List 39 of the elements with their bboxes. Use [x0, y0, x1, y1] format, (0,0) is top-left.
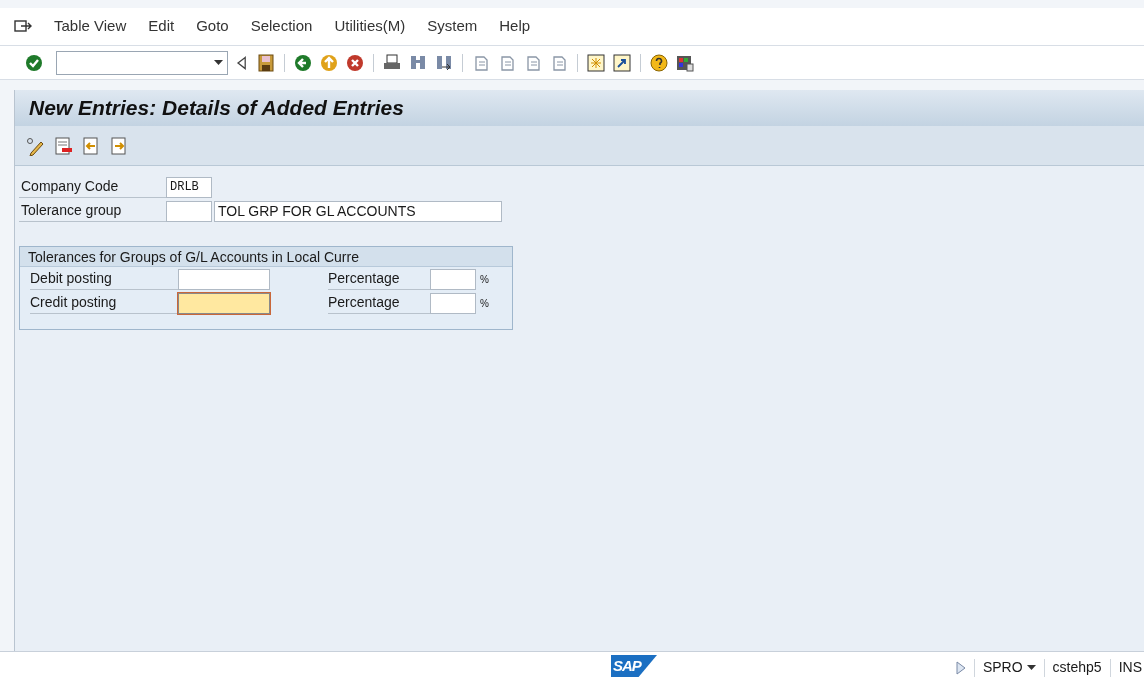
cancel-icon[interactable]	[345, 52, 365, 73]
delete-icon[interactable]	[53, 135, 73, 156]
dropdown-icon[interactable]	[1026, 665, 1036, 670]
save-icon[interactable]	[256, 52, 276, 73]
insert-mode: INS	[1118, 658, 1142, 677]
unit-label: %	[480, 296, 489, 311]
server-name: cstehp5	[1052, 658, 1102, 677]
exit-icon[interactable]	[319, 52, 339, 73]
input-field[interactable]	[430, 292, 476, 314]
enter-icon[interactable]	[24, 52, 44, 73]
input-field[interactable]	[430, 268, 476, 290]
menu-item[interactable]: Utilities(M)	[334, 15, 406, 38]
dropdown-icon[interactable]	[214, 60, 223, 65]
input-field[interactable]: DRLB	[166, 176, 212, 198]
menu-item[interactable]: Edit	[148, 15, 175, 38]
menu-item[interactable]: Table View	[54, 15, 127, 38]
screen-title: New Entries: Details of Added Entries	[29, 95, 404, 122]
next-entry-icon[interactable]	[109, 135, 129, 156]
input-field[interactable]	[178, 268, 270, 290]
menu-item[interactable]: Selection	[250, 15, 313, 38]
sap-logo: SAP	[611, 655, 657, 677]
menu-icon[interactable]	[14, 19, 32, 34]
command-field[interactable]	[56, 50, 228, 75]
expand-triangle-icon[interactable]	[955, 660, 966, 675]
previous-entry-icon[interactable]	[81, 135, 101, 156]
back-icon[interactable]	[293, 52, 313, 73]
menu-item[interactable]: System	[427, 15, 478, 38]
menu-item[interactable]: Help	[499, 15, 531, 38]
glasses-pencil-icon[interactable]	[25, 135, 45, 156]
shortcut-icon[interactable]	[612, 52, 632, 73]
description-field: TOL GRP FOR GL ACCOUNTS	[214, 200, 502, 222]
input-field[interactable]	[166, 200, 212, 222]
input-field[interactable]	[178, 292, 270, 314]
new-session-icon[interactable]	[586, 52, 606, 73]
unit-label: %	[480, 272, 489, 287]
group-box-title: Tolerances for Groups of G/L Accounts in Local Curre	[20, 247, 512, 267]
menu-item[interactable]: Goto	[196, 15, 229, 38]
transaction-code[interactable]: SPRO	[982, 657, 1036, 678]
help-icon[interactable]	[649, 52, 669, 73]
